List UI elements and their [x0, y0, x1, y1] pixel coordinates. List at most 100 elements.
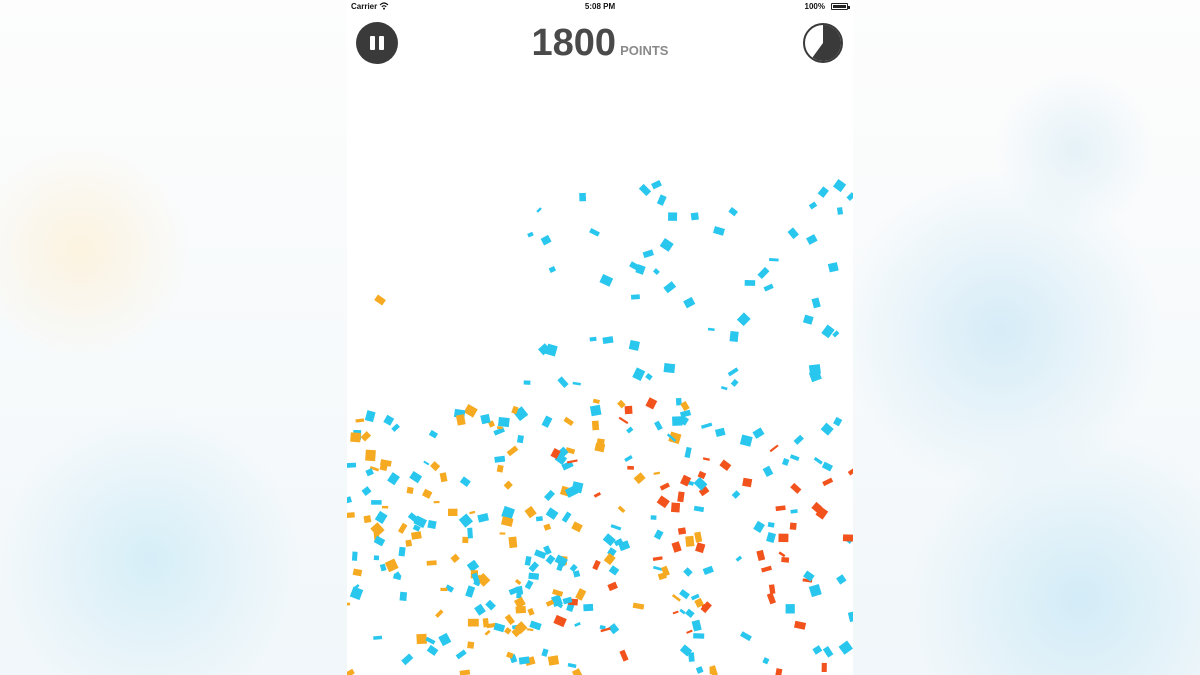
confetti-piece [450, 553, 460, 563]
confetti-piece [459, 669, 471, 675]
confetti-piece [652, 556, 663, 562]
confetti-piece [593, 492, 602, 498]
confetti-piece [527, 607, 535, 616]
confetti-piece [566, 459, 578, 464]
confetti-piece [607, 581, 618, 592]
confetti-piece [571, 521, 583, 533]
confetti-piece [713, 226, 725, 236]
confetti-piece [769, 444, 779, 453]
confetti-piece [398, 546, 406, 557]
confetti-piece [836, 574, 847, 585]
confetti-piece [503, 480, 513, 490]
confetti-piece [659, 482, 670, 491]
confetti-piece [638, 183, 652, 197]
confetti-piece [668, 212, 678, 221]
confetti-piece [477, 513, 490, 523]
confetti-piece [465, 585, 476, 598]
confetti-piece [774, 668, 783, 675]
confetti-piece [756, 549, 766, 561]
confetti-piece [527, 231, 534, 238]
confetti-piece [433, 500, 440, 504]
confetti-piece [822, 646, 834, 658]
confetti-piece [700, 422, 713, 429]
confetti-piece [485, 599, 496, 611]
confetti-piece [526, 628, 534, 632]
confetti-piece [545, 554, 556, 565]
confetti-piece [677, 491, 685, 503]
confetti-piece [540, 234, 552, 246]
confetti-piece [423, 460, 430, 466]
confetti-piece [602, 336, 614, 345]
confetti-piece [421, 488, 433, 499]
confetti-piece [574, 622, 581, 627]
confetti-piece [744, 280, 756, 286]
confetti-piece [768, 584, 776, 595]
confetti-piece [811, 297, 821, 309]
confetti-piece [802, 314, 814, 325]
confetti-piece [806, 234, 818, 245]
confetti-piece [663, 281, 677, 294]
confetti-piece [679, 608, 686, 615]
confetti-piece [515, 605, 527, 614]
confetti-piece [589, 404, 602, 417]
confetti-piece [735, 555, 743, 562]
confetti-piece [381, 505, 389, 509]
confetti-piece [355, 418, 365, 423]
confetti-piece [462, 536, 469, 544]
confetti-piece [707, 327, 715, 332]
confetti-piece [659, 238, 674, 252]
confetti-piece [670, 502, 681, 513]
confetti-piece [583, 603, 594, 612]
confetti-piece [455, 649, 467, 660]
confetti-piece [790, 482, 802, 494]
confetti-piece [428, 429, 439, 439]
confetti-piece [373, 555, 380, 561]
confetti-piece [720, 386, 728, 391]
confetti-piece [683, 296, 696, 309]
confetti-piece [628, 340, 640, 351]
confetti-piece [645, 397, 658, 410]
confetti-piece [642, 249, 654, 259]
confetti-piece [653, 529, 664, 540]
confetti-piece [847, 467, 853, 476]
confetti-piece [671, 594, 681, 602]
confetti-piece [499, 532, 506, 535]
confetti-piece [652, 268, 660, 276]
confetti-piece [347, 668, 355, 675]
confetti-piece [347, 496, 352, 505]
confetti-piece [405, 539, 413, 547]
confetti-piece [686, 629, 693, 634]
confetti-piece [731, 490, 741, 499]
game-screen[interactable]: Carrier 5:08 PM 100% 1800 POINTS [347, 0, 853, 675]
confetti-piece [497, 416, 510, 428]
confetti-piece [847, 611, 853, 623]
confetti-piece [817, 186, 829, 198]
confetti-piece [469, 510, 476, 515]
confetti-piece [790, 509, 798, 514]
confetti-piece [693, 633, 705, 639]
confetti-piece [482, 618, 489, 628]
confetti-piece [742, 477, 753, 488]
confetti-piece [458, 513, 473, 528]
confetti-piece [496, 426, 503, 430]
confetti-piece [504, 627, 512, 635]
confetti-piece [618, 416, 629, 425]
confetti-piece [528, 572, 540, 580]
confetti-piece [591, 420, 600, 431]
confetti-piece [813, 456, 823, 465]
confetti-piece [374, 294, 386, 306]
confetti-piece [702, 565, 714, 576]
confetti-piece [685, 608, 695, 619]
confetti-piece [365, 449, 376, 462]
confetti-piece [363, 515, 372, 524]
confetti-piece [448, 508, 458, 516]
confetti-piece [524, 555, 532, 566]
confetti-piece [430, 461, 441, 472]
confetti-piece [426, 560, 437, 566]
confetti-piece [374, 510, 388, 525]
confetti-piece [406, 486, 414, 494]
confetti-piece [553, 614, 567, 628]
confetti-piece [781, 458, 790, 466]
confetti-piece [350, 432, 361, 443]
confetti-piece [370, 522, 385, 537]
